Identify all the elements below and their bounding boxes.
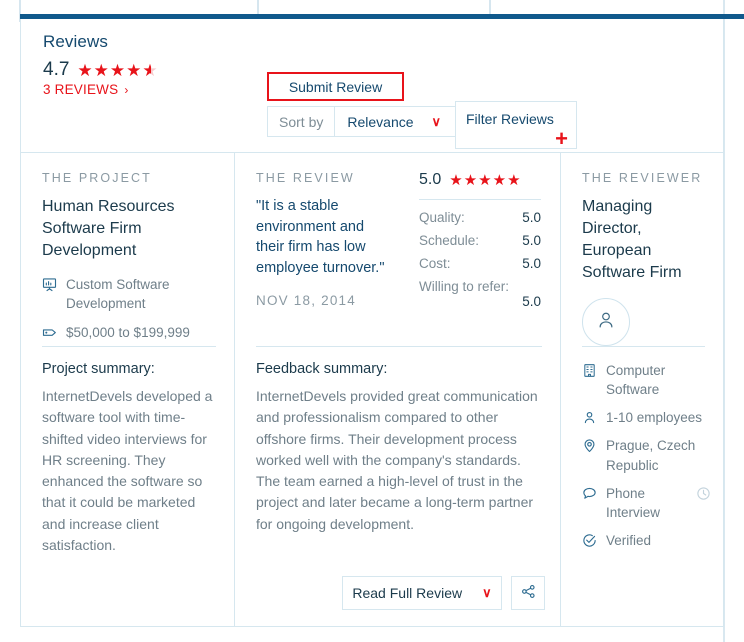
rating-value: 5.0	[522, 294, 541, 309]
overall-star-rating: ★ ★ ★ ★ ★	[77, 62, 157, 79]
reviewer-meta-label: Computer Software	[606, 363, 666, 398]
review-actions: Read Full Review ∨	[342, 576, 545, 610]
star-icon: ★	[492, 171, 507, 189]
project-meta-item: Custom Software Development	[42, 275, 216, 313]
rating-row-quality: Quality: 5.0	[419, 210, 541, 225]
reviews-count-label: 3 REVIEWS	[43, 82, 119, 97]
reviewer-meta-size: 1-10 employees	[582, 408, 711, 427]
feedback-summary-text: InternetDevels provided great communicat…	[256, 388, 538, 532]
review-divider	[256, 346, 542, 347]
project-summary-text: InternetDevels developed a software tool…	[42, 388, 213, 553]
reviewer-meta-verified: Verified	[582, 531, 711, 550]
reviewer-column: THE REVIEWER Managing Director, European…	[561, 153, 723, 626]
reviews-card: Reviews 4.7 ★ ★ ★ ★ ★ 3 REVIEWS › Submit…	[20, 19, 724, 627]
reviewer-meta-label: Verified	[606, 533, 652, 549]
rating-breakdown: 5.0 ★ ★ ★ ★ ★ Quality: 5.0 Schedule: 5.0…	[419, 171, 541, 317]
submit-review-button[interactable]: Submit Review	[267, 72, 404, 101]
rating-value: 5.0	[522, 233, 541, 248]
star-icon: ★	[507, 171, 521, 189]
project-meta-label: Custom Software Development	[66, 277, 170, 312]
project-eyebrow: THE PROJECT	[42, 171, 152, 185]
feedback-summary-heading: Feedback summary:	[256, 361, 388, 377]
reviewer-meta-list: Computer Software 1-10 employees Prague,…	[582, 361, 711, 559]
chevron-down-icon: ∨	[482, 585, 492, 600]
rating-row-willing-to-refer: Willing to refer: 5.0	[419, 279, 541, 309]
rating-label: Cost:	[419, 256, 451, 271]
feedback-summary-block: Feedback summary: InternetDevels provide…	[256, 361, 542, 535]
review-overall-rating: 5.0 ★ ★ ★ ★ ★	[419, 171, 541, 199]
overall-score-value: 4.7	[43, 59, 70, 80]
plus-icon: +	[555, 126, 568, 151]
rating-label: Willing to refer:	[419, 279, 510, 294]
review-star-rating: ★ ★ ★ ★ ★	[449, 173, 520, 188]
reviewer-meta-label: 1-10 employees	[606, 410, 703, 426]
sort-control[interactable]: Sort by Relevance ∨	[267, 106, 465, 137]
project-column: THE PROJECT Human Resources Software Fir…	[21, 153, 234, 626]
reviewer-header-block: THE REVIEWER Managing Director, European…	[561, 153, 723, 347]
project-meta-item: $50,000 to $199,999	[42, 323, 216, 342]
sort-selected-value: Relevance	[347, 113, 414, 130]
reviewer-meta-industry: Computer Software	[582, 361, 711, 399]
star-icon: ★	[478, 171, 492, 189]
reviewer-meta-label: Phone Interview	[606, 485, 661, 520]
review-entry: THE PROJECT Human Resources Software Fir…	[21, 153, 723, 626]
filter-reviews-label: Filter Reviews	[466, 111, 554, 127]
reviews-count-link[interactable]: 3 REVIEWS ›	[43, 82, 129, 97]
project-title: Human Resources Software Firm Developmen…	[42, 198, 175, 259]
person-icon	[582, 410, 597, 425]
reviews-header: Reviews 4.7 ★ ★ ★ ★ ★ 3 REVIEWS › Submit…	[21, 19, 723, 153]
star-icon: ★	[93, 60, 109, 80]
filter-reviews-button[interactable]: Filter Reviews +	[455, 101, 577, 151]
star-icon: ★	[463, 171, 478, 189]
avatar	[582, 298, 630, 347]
page-title: Reviews	[43, 32, 108, 51]
star-icon: ★	[126, 60, 142, 80]
read-full-review-label: Read Full Review	[352, 585, 463, 601]
read-full-review-button[interactable]: Read Full Review ∨	[342, 576, 502, 610]
building-icon	[582, 363, 597, 378]
project-divider	[42, 346, 216, 347]
review-page: Reviews 4.7 ★ ★ ★ ★ ★ 3 REVIEWS › Submit…	[0, 0, 744, 642]
star-icon: ★	[449, 171, 463, 189]
reviewer-divider	[582, 346, 705, 347]
chevron-down-icon: ∨	[431, 113, 442, 129]
project-summary-block: Project summary: InternetDevels develope…	[42, 361, 216, 556]
reviewer-eyebrow: THE REVIEWER	[582, 171, 703, 185]
chevron-right-icon: ›	[124, 82, 129, 97]
check-circle-icon	[582, 533, 597, 548]
star-icon: ★	[109, 60, 126, 80]
location-pin-icon	[582, 438, 597, 453]
star-half-icon: ★	[142, 60, 158, 80]
star-icon: ★	[77, 60, 93, 80]
rating-rows: Quality: 5.0 Schedule: 5.0 Cost: 5.0 Wil…	[419, 200, 541, 309]
project-meta-label: $50,000 to $199,999	[66, 324, 190, 340]
reviewer-meta-location: Prague, Czech Republic	[582, 436, 711, 474]
review-quote: "It is a stable environment and their fi…	[256, 198, 385, 276]
sort-by-label: Sort by	[268, 107, 336, 136]
share-button[interactable]	[511, 576, 545, 610]
project-meta-list: Custom Software Development $50,000 to $…	[42, 275, 216, 341]
overall-score-row: 4.7 ★ ★ ★ ★ ★	[43, 59, 158, 81]
rating-row-schedule: Schedule: 5.0	[419, 233, 541, 248]
reviewer-name: Managing Director, European Software Fir…	[582, 198, 682, 282]
person-avatar-icon	[595, 309, 617, 336]
rating-label: Schedule:	[419, 233, 480, 248]
rating-label: Quality:	[419, 210, 465, 225]
review-column: THE REVIEW "It is a stable environment a…	[234, 153, 561, 626]
reviewer-meta-interview: Phone Interview	[582, 484, 711, 522]
rating-value: 5.0	[522, 256, 541, 271]
project-header-block: THE PROJECT Human Resources Software Fir…	[21, 153, 234, 342]
price-tag-icon	[42, 325, 57, 340]
reviewer-meta-label: Prague, Czech Republic	[606, 438, 696, 473]
presentation-chart-icon	[42, 277, 57, 292]
share-icon	[521, 584, 536, 602]
clock-icon	[696, 486, 711, 501]
rating-row-cost: Cost: 5.0	[419, 256, 541, 271]
rating-value: 5.0	[522, 210, 541, 225]
speech-bubble-icon	[582, 486, 597, 501]
review-overall-score: 5.0	[419, 171, 442, 188]
project-summary-heading: Project summary:	[42, 361, 155, 377]
sort-select[interactable]: Relevance ∨	[335, 107, 463, 136]
